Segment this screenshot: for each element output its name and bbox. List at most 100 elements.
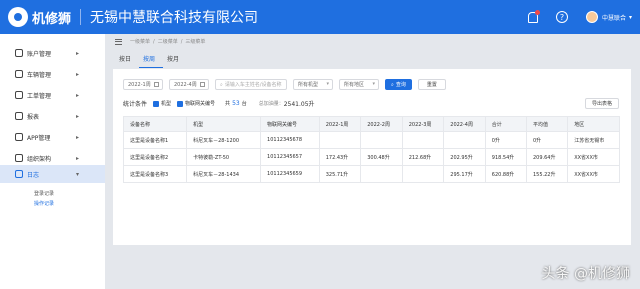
sidebar-item-report[interactable]: 报表 ▸: [0, 107, 105, 125]
search-icon: ⌕: [391, 81, 394, 88]
table-cell: 295.17升: [443, 165, 486, 183]
chevron-down-icon: ▾: [326, 81, 329, 87]
sidebar-item-label: 组织架构: [27, 155, 52, 163]
log-icon: [15, 170, 23, 178]
start-week-picker[interactable]: 2022-1周: [123, 79, 163, 90]
chevron-right-icon: ▸: [75, 133, 79, 141]
brand-logo[interactable]: 机修狮: [8, 7, 71, 27]
export-button[interactable]: 导出表格: [584, 98, 619, 109]
table-cell: 10112345657: [260, 148, 320, 166]
table-cell: 10112345678: [260, 131, 320, 149]
table-cell: 209.64升: [525, 148, 569, 166]
sidebar-item-label: 工单管理: [27, 92, 52, 100]
column-header[interactable]: 合计: [484, 116, 527, 132]
table-cell: [360, 165, 403, 183]
checkbox-label: 机型: [161, 101, 172, 107]
bell-icon[interactable]: [526, 10, 540, 23]
table-cell: [401, 165, 445, 183]
search-input[interactable]: ⌕ 请输入车主姓名/设备名称: [215, 79, 287, 90]
brand-name: 机修狮: [32, 11, 72, 27]
table-cell: 0升: [484, 131, 527, 149]
top-header: 机修狮 无锡中慧联合科技有限公司 ? 中慧联合 ▾: [0, 0, 640, 34]
table-cell: 155.22升: [525, 165, 569, 183]
sidebar-subitem-login-log[interactable]: 登录记录: [34, 190, 54, 197]
model-checkbox[interactable]: [153, 100, 160, 107]
region-select[interactable]: 所有地区 ▾: [339, 79, 379, 90]
chevron-right-icon: ▸: [75, 112, 79, 120]
table-cell: 212.68升: [401, 148, 445, 166]
table-cell: 科尼叉车－28-1434: [186, 165, 262, 183]
car-icon: [15, 70, 23, 78]
sidebar-item-app[interactable]: APP管理 ▸: [0, 128, 105, 146]
notification-dot: [534, 10, 540, 15]
gateway-checkbox[interactable]: [177, 100, 184, 107]
table-cell: 这里是设备名称2: [122, 148, 188, 166]
breadcrumb-item[interactable]: 一级菜单: [130, 38, 150, 45]
summary-bar: 统计条件 机型 物联网关编号 共 53 台 总加油量： 2541.05升: [123, 99, 315, 108]
calendar-icon: [154, 82, 159, 87]
sidebar-item-workorder[interactable]: 工单管理 ▸: [0, 86, 105, 104]
sidebar-item-vehicle[interactable]: 车辆管理 ▸: [0, 65, 105, 83]
sidebar-item-label: 报表: [27, 113, 40, 121]
table-cell: 这里是设备名称1: [122, 131, 188, 149]
table-cell: 172.43升: [318, 148, 362, 166]
table-row: 这里是设备名称1 科尼叉车－28-1200 10112345678 0升 0升 江苏省无锡…: [122, 131, 620, 149]
sidebar: 账户管理 ▸ 车辆管理 ▸ 工单管理 ▸ 报表 ▸ APP管理 ▸ 组织架构 ▸ 日志 ▾ 登…: [0, 34, 105, 289]
breadcrumb-item: 三级菜单: [185, 39, 206, 45]
tab-monthly[interactable]: 按月: [163, 52, 187, 68]
reset-button[interactable]: 重置: [417, 79, 446, 90]
total-suffix: 台: [241, 101, 247, 107]
table-cell: [360, 131, 403, 149]
user-name[interactable]: 中慧联合: [602, 13, 626, 22]
sidebar-item-label: 日志: [27, 171, 40, 179]
column-header: 物联网关编号: [260, 116, 320, 132]
tab-weekly[interactable]: 按周: [139, 52, 164, 68]
fuel-total: 2541.05升: [283, 101, 315, 108]
total-prefix: 共: [225, 101, 231, 107]
query-button[interactable]: ⌕ 查询: [385, 79, 412, 90]
sidebar-subitem-operation-log[interactable]: 操作记录: [34, 200, 54, 207]
watermark: 头条 @机修狮: [541, 266, 630, 282]
table-cell: 620.88升: [484, 165, 527, 183]
table-header-row: 设备名称 机型 物联网关编号 2022-1周 2022-2周 2022-3周 2…: [122, 116, 620, 132]
checkbox-label: 物联网关编号: [185, 101, 216, 107]
org-icon: [15, 154, 23, 162]
table-cell: 0升: [525, 131, 569, 149]
table-cell: 江苏省无锡市: [567, 131, 620, 149]
sidebar-item-label: 账户管理: [27, 50, 52, 58]
column-header: 2022-1周: [318, 116, 362, 132]
company-name: 无锡中慧联合科技有限公司: [90, 10, 259, 26]
avatar[interactable]: [585, 11, 598, 23]
table-cell: 科尼叉车－28-1200: [186, 131, 262, 149]
chevron-down-icon: ▾: [372, 81, 375, 87]
main-content: 一级菜单 / 二级菜单 / 三级菜单 按日 按周 按月 2022-1周 2022-4…: [105, 34, 640, 289]
column-header: 2022-2周: [360, 116, 403, 132]
total-count: 53: [232, 100, 240, 107]
model-select[interactable]: 所有机型 ▾: [293, 79, 333, 90]
table-cell: 918.54升: [484, 148, 527, 166]
tab-daily[interactable]: 按日: [115, 52, 139, 68]
help-icon[interactable]: ?: [555, 11, 568, 23]
app-icon: [15, 133, 23, 141]
table-row: 这里是设备名称2 卡特彼勒-ZT-50 10112345657 172.43升 300.…: [122, 148, 620, 166]
logo-gear-icon: [8, 7, 28, 27]
chevron-right-icon: ▸: [75, 91, 79, 99]
column-header: 设备名称: [122, 116, 188, 132]
sidebar-item-account[interactable]: 账户管理 ▸: [0, 44, 105, 62]
table-cell: 325.71升: [318, 165, 362, 183]
breadcrumb-item[interactable]: 二级菜单: [158, 38, 178, 45]
column-header[interactable]: 平均值: [525, 116, 569, 132]
table-cell: 202.95升: [443, 148, 486, 166]
menu-toggle-icon[interactable]: [115, 38, 122, 45]
chevron-right-icon: ▸: [75, 70, 79, 78]
table-cell: 这里是设备名称3: [122, 165, 188, 183]
sidebar-item-log[interactable]: 日志 ▾: [0, 165, 105, 183]
calendar-icon: [200, 82, 205, 87]
end-week-picker[interactable]: 2022-4周: [169, 79, 209, 90]
table-cell: [443, 131, 486, 149]
chevron-down-icon[interactable]: ▾: [629, 14, 632, 21]
table-cell: [318, 131, 362, 149]
column-header: 2022-3周: [401, 116, 445, 132]
table-cell: XX省XX市: [567, 165, 620, 183]
user-icon: [15, 49, 23, 57]
